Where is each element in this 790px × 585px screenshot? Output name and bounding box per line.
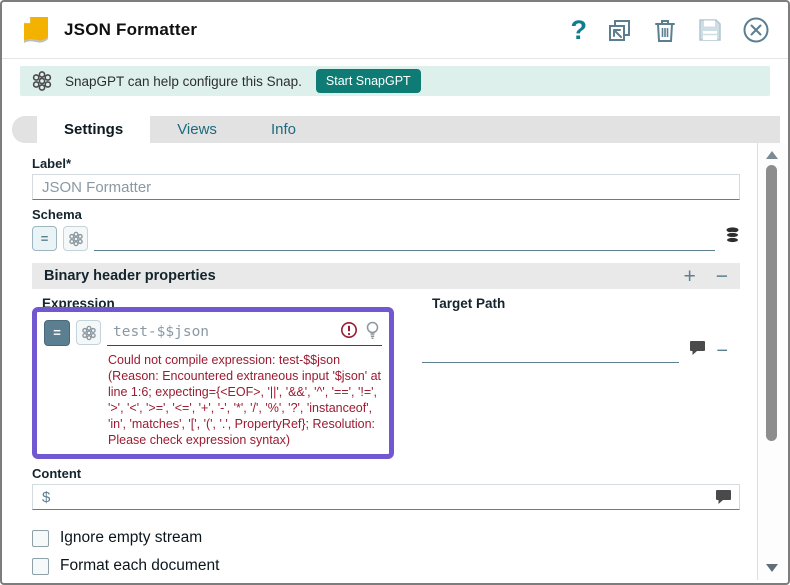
scroll-down-icon[interactable] xyxy=(766,564,778,572)
snap-settings-dialog: JSON Formatter ? xyxy=(0,0,790,585)
checkbox-box[interactable] xyxy=(32,530,49,547)
label-field-label: Label* xyxy=(32,156,740,171)
section-title: Binary header properties xyxy=(44,268,216,284)
binary-header-properties-section: Binary header properties + − xyxy=(32,263,740,289)
expression-row: = test-$$json xyxy=(44,319,382,346)
content-input[interactable]: $ xyxy=(32,484,740,510)
options-list: Ignore empty stream Format each document… xyxy=(32,524,740,585)
remove-rows-icon[interactable]: − xyxy=(716,266,728,287)
schema-input[interactable] xyxy=(94,225,715,251)
comment-icon[interactable] xyxy=(689,340,706,361)
comment-icon[interactable] xyxy=(715,489,732,510)
checkbox-format-each-document[interactable]: Format each document xyxy=(32,552,740,580)
schema-suggest-icon[interactable] xyxy=(63,226,88,251)
dialog-title: JSON Formatter xyxy=(64,20,197,40)
tab-settings[interactable]: Settings xyxy=(37,116,150,143)
target-path-row: − xyxy=(422,338,728,363)
save-icon[interactable] xyxy=(697,17,723,43)
properties-grid: Expression = test xyxy=(32,294,740,459)
titlebar: JSON Formatter ? xyxy=(2,2,788,59)
scrollbar[interactable] xyxy=(757,143,786,580)
checkbox-ignore-empty-stream[interactable]: Ignore empty stream xyxy=(32,524,740,552)
schema-expression-toggle[interactable]: = xyxy=(32,226,57,251)
add-row-icon[interactable]: + xyxy=(683,266,695,287)
settings-panel: Label* JSON Formatter Schema = xyxy=(2,143,788,585)
schema-database-icon[interactable] xyxy=(725,227,740,249)
content-value: $ xyxy=(42,489,50,506)
expression-input[interactable]: test-$$json xyxy=(107,319,382,346)
label-input[interactable]: JSON Formatter xyxy=(32,174,740,200)
expression-suggest-icon[interactable] xyxy=(76,320,101,345)
snapgpt-banner-text: SnapGPT can help configure this Snap. xyxy=(65,74,302,89)
schema-row: = xyxy=(32,225,740,251)
open-reference-icon[interactable] xyxy=(606,17,633,44)
delete-snap-icon[interactable] xyxy=(652,17,678,44)
checkbox-json-lines[interactable]: JSON lines xyxy=(32,580,740,585)
target-path-input[interactable] xyxy=(422,338,679,363)
start-snapgpt-button[interactable]: Start SnapGPT xyxy=(316,69,421,93)
scroll-up-icon[interactable] xyxy=(766,151,778,159)
column-header-target-path: Target Path xyxy=(432,296,740,311)
content-field-label: Content xyxy=(32,466,740,481)
expression-error-highlight: = test-$$json xyxy=(32,307,394,459)
json-formatter-snap-icon xyxy=(20,14,52,46)
checkbox-box[interactable] xyxy=(32,558,49,575)
snapgpt-flower-icon xyxy=(31,70,53,92)
remove-row-icon[interactable]: − xyxy=(716,341,728,361)
suggestion-lightbulb-icon[interactable] xyxy=(365,321,380,344)
scrollbar-thumb[interactable] xyxy=(766,165,777,441)
titlebar-actions: ? xyxy=(571,16,771,44)
expression-error-message: Could not compile expression: test-$$jso… xyxy=(108,352,384,448)
snapgpt-banner: SnapGPT can help configure this Snap. St… xyxy=(20,66,770,96)
tab-info[interactable]: Info xyxy=(244,116,323,143)
tab-views[interactable]: Views xyxy=(150,116,244,143)
expression-toggle-active[interactable]: = xyxy=(44,320,70,346)
checkbox-label: Format each document xyxy=(60,557,219,575)
expression-value: test-$$json xyxy=(113,324,209,340)
schema-field-label: Schema xyxy=(32,207,740,222)
expression-error-icon[interactable] xyxy=(340,321,358,343)
help-icon[interactable]: ? xyxy=(571,17,588,44)
tabstrip: Settings Views Info xyxy=(12,116,780,143)
checkbox-label: Ignore empty stream xyxy=(60,529,202,547)
close-icon[interactable] xyxy=(742,16,770,44)
